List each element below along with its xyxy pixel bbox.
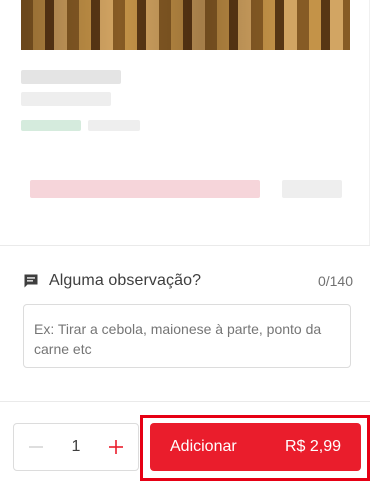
observation-textarea[interactable] — [23, 304, 351, 368]
footer-divider — [0, 401, 370, 402]
product-old-price-blurred — [88, 120, 140, 131]
increment-button[interactable] — [104, 435, 128, 459]
decrement-button[interactable] — [24, 435, 48, 459]
character-counter: 0/140 — [317, 273, 353, 289]
observation-title: Alguma observação? — [49, 272, 202, 289]
add-to-cart-button[interactable]: Adicionar R$ 2,99 — [150, 423, 361, 471]
promo-price-blurred — [282, 180, 342, 198]
quantity-value: 1 — [71, 438, 81, 455]
comment-icon — [23, 273, 39, 289]
promo-banner-blurred — [30, 180, 260, 198]
product-price-blurred — [21, 120, 81, 131]
minus-icon — [29, 446, 43, 448]
product-description-blurred — [21, 92, 111, 106]
add-button-label: Adicionar — [170, 438, 237, 455]
plus-icon — [109, 440, 123, 454]
product-name-blurred — [21, 70, 121, 84]
observation-header: Alguma observação? 0/140 — [23, 270, 353, 292]
add-button-price: R$ 2,99 — [284, 438, 341, 455]
product-image — [21, 0, 350, 50]
quantity-stepper: 1 — [13, 423, 139, 471]
section-divider — [0, 245, 370, 246]
